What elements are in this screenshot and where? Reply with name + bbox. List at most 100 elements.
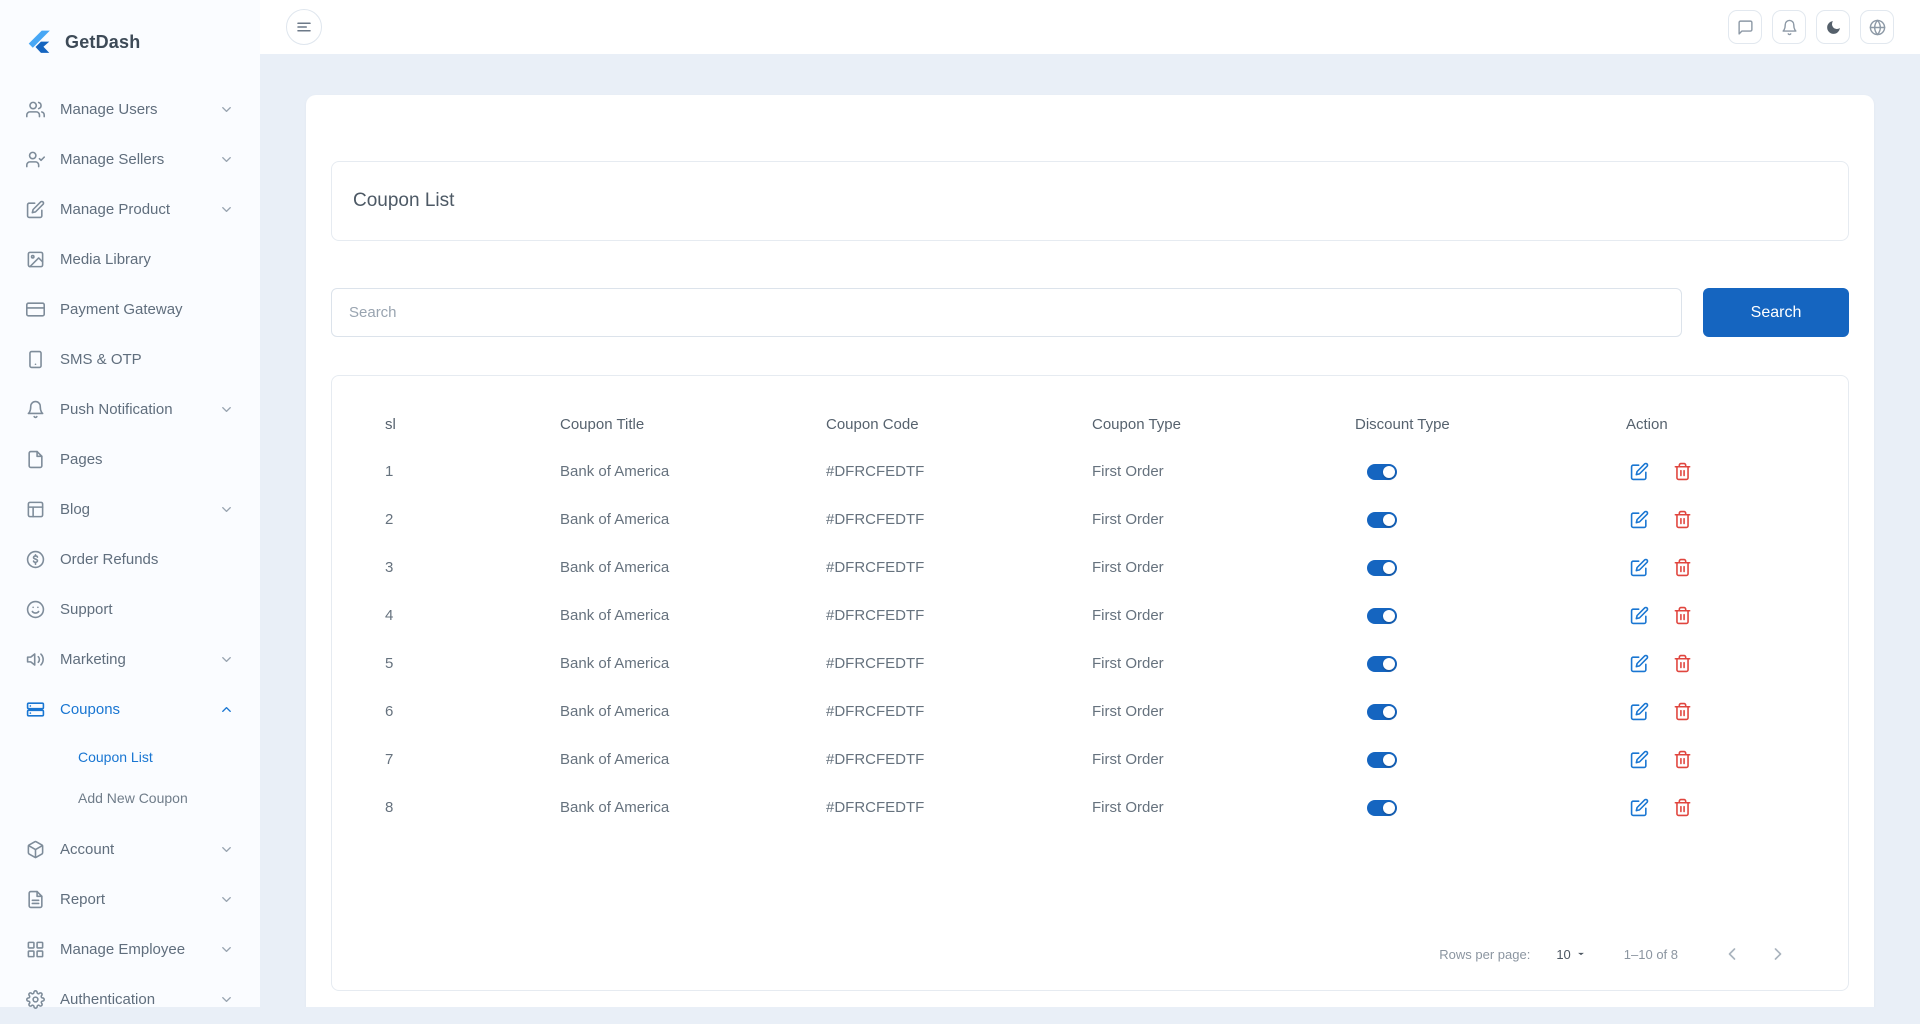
page-title: Coupon List: [353, 190, 455, 211]
edit-button[interactable]: [1630, 606, 1649, 625]
edit-button[interactable]: [1630, 654, 1649, 673]
chevron-down-icon: [219, 652, 234, 667]
cell-discount-type: [1355, 447, 1626, 495]
cell-discount-type: [1355, 783, 1626, 831]
sidebar-item-push-notification[interactable]: Push Notification: [0, 384, 260, 434]
cell-discount-type: [1355, 687, 1626, 735]
cell-coupon-title: Bank of America: [560, 798, 670, 816]
delete-button[interactable]: [1673, 462, 1692, 481]
delete-button[interactable]: [1673, 798, 1692, 817]
sidebar-item-marketing[interactable]: Marketing: [0, 634, 260, 684]
sidebar-item-coupons[interactable]: Coupons: [0, 684, 260, 734]
rows-per-page-label: Rows per page:: [1439, 946, 1531, 962]
cell-coupon-title: Bank of America: [560, 750, 670, 768]
image-icon: [26, 250, 45, 269]
edit-button[interactable]: [1630, 798, 1649, 817]
sidebar-subitem-coupon-list[interactable]: Coupon List: [0, 736, 260, 777]
delete-button[interactable]: [1673, 702, 1692, 721]
sidebar-item-order-refunds[interactable]: Order Refunds: [0, 534, 260, 584]
delete-button[interactable]: [1673, 510, 1692, 529]
edit-button[interactable]: [1630, 510, 1649, 529]
table-row: 7 Bank of America #DFRCFEDTF First Order: [332, 735, 1848, 783]
sidebar: GetDash Manage Users Manage Sellers Manage…: [0, 0, 260, 1009]
notifications-button[interactable]: [1772, 10, 1806, 44]
cell-sl: 5: [385, 654, 394, 672]
sidebar-item-label: Marketing: [60, 650, 126, 668]
sidebar-item-label: Coupons: [60, 700, 121, 718]
chevron-right-icon: [1768, 944, 1788, 964]
sidebar-item-manage-users[interactable]: Manage Users: [0, 84, 260, 134]
topbar-actions: [1728, 10, 1894, 44]
cell-sl: 6: [385, 702, 394, 720]
search-button[interactable]: Search: [1703, 288, 1849, 337]
sidebar-item-label: Push Notification: [60, 400, 173, 418]
sidebar-item-media-library[interactable]: Media Library: [0, 234, 260, 284]
discount-toggle[interactable]: [1367, 655, 1397, 672]
discount-toggle[interactable]: [1367, 799, 1397, 816]
messages-button[interactable]: [1728, 10, 1762, 44]
cell-discount-type: [1355, 591, 1626, 639]
speaker-icon: [26, 650, 45, 669]
discount-toggle[interactable]: [1367, 463, 1397, 480]
rows-per-page-select[interactable]: 10: [1556, 947, 1587, 962]
sidebar-item-report[interactable]: Report: [0, 874, 260, 924]
sidebar-item-payment-gateway[interactable]: Payment Gateway: [0, 284, 260, 334]
delete-button[interactable]: [1673, 750, 1692, 769]
sidebar-item-manage-employee[interactable]: Manage Employee: [0, 924, 260, 974]
edit-button[interactable]: [1630, 702, 1649, 721]
chevron-down-icon: [219, 892, 234, 907]
edit-button[interactable]: [1630, 750, 1649, 769]
app: GetDash Manage Users Manage Sellers Manage…: [0, 0, 1920, 1009]
sidebar-toggle-button[interactable]: [286, 9, 322, 45]
sidebar-item-label: Manage Product: [60, 200, 171, 218]
cell-coupon-title: Bank of America: [560, 510, 670, 528]
caret-down-icon: [1574, 947, 1588, 961]
discount-toggle[interactable]: [1367, 607, 1397, 624]
cell-coupon-type: First Order: [1092, 510, 1164, 528]
globe-icon: [1869, 19, 1886, 36]
cell-coupon-code: #DFRCFEDTF: [826, 798, 925, 816]
discount-toggle[interactable]: [1367, 751, 1397, 768]
edit-button[interactable]: [1630, 558, 1649, 577]
employee-icon: [26, 940, 45, 959]
sidebar-item-support[interactable]: Support: [0, 584, 260, 634]
sidebar-item-manage-product[interactable]: Manage Product: [0, 184, 260, 234]
chat-icon: [1737, 19, 1754, 36]
previous-page-button[interactable]: [1722, 944, 1742, 964]
cell-action: [1626, 687, 1848, 735]
language-button[interactable]: [1860, 10, 1894, 44]
sidebar-item-pages[interactable]: Pages: [0, 434, 260, 484]
cell-coupon-code: #DFRCFEDTF: [826, 654, 925, 672]
support-icon: [26, 600, 45, 619]
sidebar-item-manage-sellers[interactable]: Manage Sellers: [0, 134, 260, 184]
dark-mode-button[interactable]: [1816, 10, 1850, 44]
discount-toggle[interactable]: [1367, 559, 1397, 576]
discount-toggle[interactable]: [1367, 703, 1397, 720]
delete-button[interactable]: [1673, 654, 1692, 673]
cell-coupon-code: #DFRCFEDTF: [826, 462, 925, 480]
bell-icon: [26, 400, 45, 419]
layout-icon: [26, 500, 45, 519]
cell-coupon-type: First Order: [1092, 750, 1164, 768]
search-input[interactable]: [331, 288, 1682, 337]
rows-per-page-value: 10: [1556, 946, 1571, 962]
cell-coupon-code: #DFRCFEDTF: [826, 606, 925, 624]
delete-button[interactable]: [1673, 558, 1692, 577]
edit-button[interactable]: [1630, 462, 1649, 481]
next-page-button[interactable]: [1768, 944, 1788, 964]
cell-coupon-type: First Order: [1092, 702, 1164, 720]
pagination-range: 1–10 of 8: [1623, 946, 1678, 962]
delete-button[interactable]: [1673, 606, 1692, 625]
cell-coupon-type: First Order: [1092, 654, 1164, 672]
cell-coupon-code: #DFRCFEDTF: [826, 510, 925, 528]
sidebar-item-label: Media Library: [60, 250, 151, 268]
cell-discount-type: [1355, 543, 1626, 591]
sidebar-item-authentication[interactable]: Authentication: [0, 974, 260, 1024]
sidebar-item-blog[interactable]: Blog: [0, 484, 260, 534]
sidebar-item-label: Account: [60, 840, 115, 858]
sidebar-subitem-add-new-coupon[interactable]: Add New Coupon: [0, 777, 260, 818]
discount-toggle[interactable]: [1367, 511, 1397, 528]
sidebar-item-sms-otp[interactable]: SMS & OTP: [0, 334, 260, 384]
table-row: 1 Bank of America #DFRCFEDTF First Order: [332, 447, 1848, 495]
sidebar-item-account[interactable]: Account: [0, 824, 260, 874]
